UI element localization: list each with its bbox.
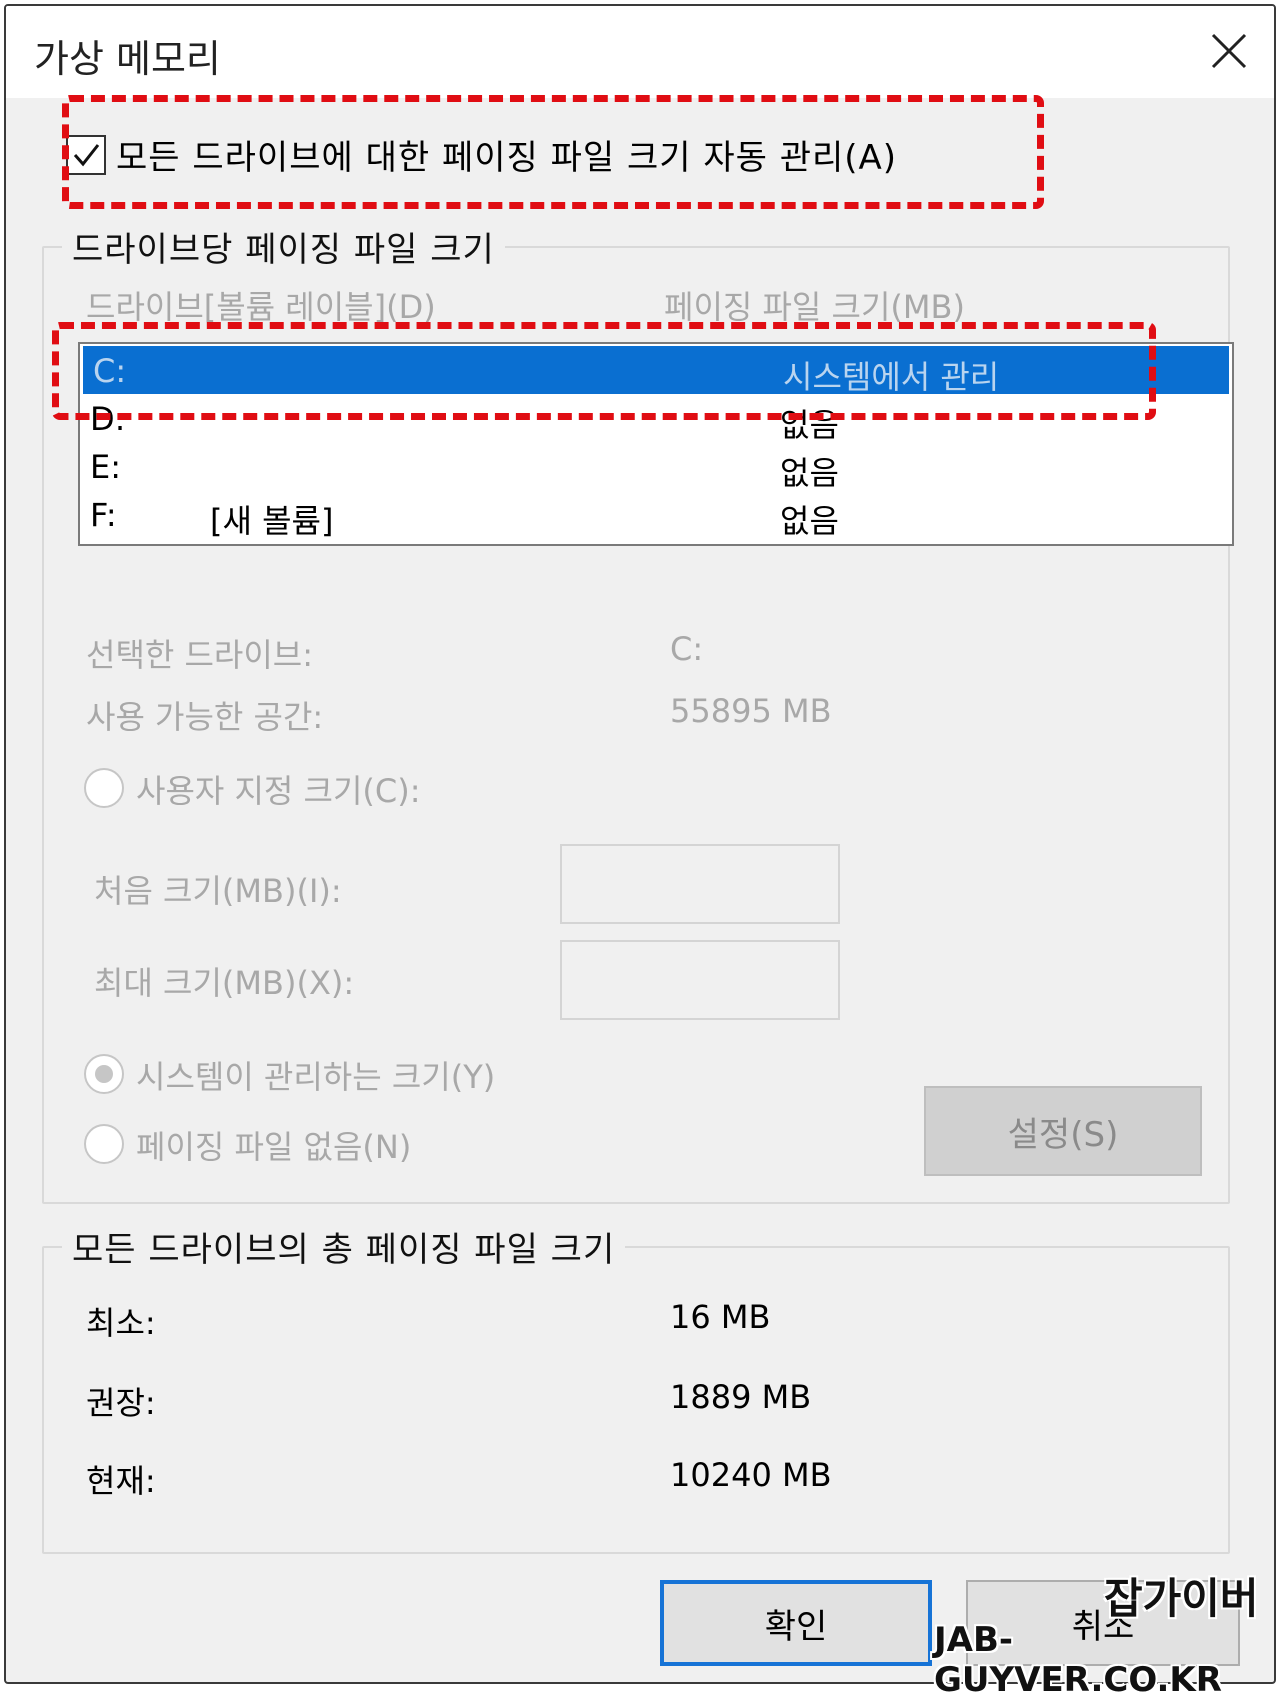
current-value: 10240 MB (670, 1456, 832, 1494)
drive-size: 없음 (780, 406, 839, 444)
recommended-label: 권장: (86, 1384, 156, 1422)
auto-manage-label: 모든 드라이브에 대한 페이징 파일 크기 자동 관리(A) (116, 138, 898, 178)
min-label: 최소: (86, 1304, 156, 1342)
ok-button[interactable]: 확인 (660, 1580, 932, 1666)
initial-size-input[interactable] (560, 844, 840, 924)
drive-size: 없음 (780, 454, 839, 492)
drive-size: 시스템에서 관리 (783, 358, 1000, 396)
drive-letter: F: (90, 496, 117, 534)
free-space-value: 55895 MB (670, 692, 832, 730)
current-label: 현재: (86, 1462, 156, 1500)
set-button[interactable]: 설정(S) (924, 1086, 1202, 1176)
column-header-drive: 드라이브[볼륨 레이블](D) (86, 288, 436, 326)
watermark-line1: 잡가이버 (1104, 1574, 1259, 1623)
drive-row-f[interactable]: F: [새 볼륨] 없음 (80, 490, 1232, 540)
totals-group (42, 1246, 1230, 1554)
window-title: 가상 메모리 (34, 37, 221, 81)
max-size-input[interactable] (560, 940, 840, 1020)
per-drive-legend: 드라이브당 페이징 파일 크기 (62, 222, 505, 271)
initial-size-label: 처음 크기(MB)(I): (94, 872, 342, 910)
checkmark-icon (73, 143, 100, 166)
drive-letter: C: (93, 352, 127, 390)
system-managed-radio[interactable] (84, 1054, 124, 1094)
drive-letter: D: (90, 400, 126, 438)
max-size-label: 최대 크기(MB)(X): (94, 964, 355, 1002)
no-paging-label: 페이징 파일 없음(N) (136, 1128, 412, 1166)
totals-legend: 모든 드라이브의 총 페이징 파일 크기 (62, 1222, 626, 1271)
drive-list[interactable]: C: 시스템에서 관리 D: 없음 E: 없음 F: [새 볼륨] 없음 (78, 342, 1234, 546)
watermark-line2: JAB-GUYVER.CO.KR (934, 1620, 1222, 1700)
drive-row-e[interactable]: E: 없음 (80, 442, 1232, 492)
no-paging-radio[interactable] (84, 1124, 124, 1164)
drive-row-c[interactable]: C: 시스템에서 관리 (83, 346, 1229, 396)
drive-volume: [새 볼륨] (210, 502, 334, 540)
recommended-value: 1889 MB (670, 1378, 812, 1416)
auto-manage-checkbox[interactable] (66, 134, 106, 175)
drive-letter: E: (90, 448, 121, 486)
custom-size-label: 사용자 지정 크기(C): (136, 772, 421, 810)
close-button[interactable] (1194, 16, 1264, 86)
selected-drive-value: C: (670, 630, 704, 668)
radio-dot-icon (95, 1065, 113, 1083)
close-icon (1211, 33, 1247, 69)
auto-manage-checkbox-row[interactable]: 모든 드라이브에 대한 페이징 파일 크기 자동 관리(A) (66, 130, 897, 179)
selected-drive-label: 선택한 드라이브: (86, 636, 314, 674)
min-value: 16 MB (670, 1298, 771, 1336)
custom-size-radio[interactable] (84, 768, 124, 808)
drive-size: 없음 (780, 502, 839, 540)
title-bar: 가상 메모리 (6, 6, 1274, 98)
system-managed-label: 시스템이 관리하는 크기(Y) (136, 1058, 496, 1096)
column-header-size: 페이징 파일 크기(MB) (664, 288, 965, 326)
free-space-label: 사용 가능한 공간: (86, 698, 324, 736)
drive-row-d[interactable]: D: 없음 (80, 394, 1232, 444)
